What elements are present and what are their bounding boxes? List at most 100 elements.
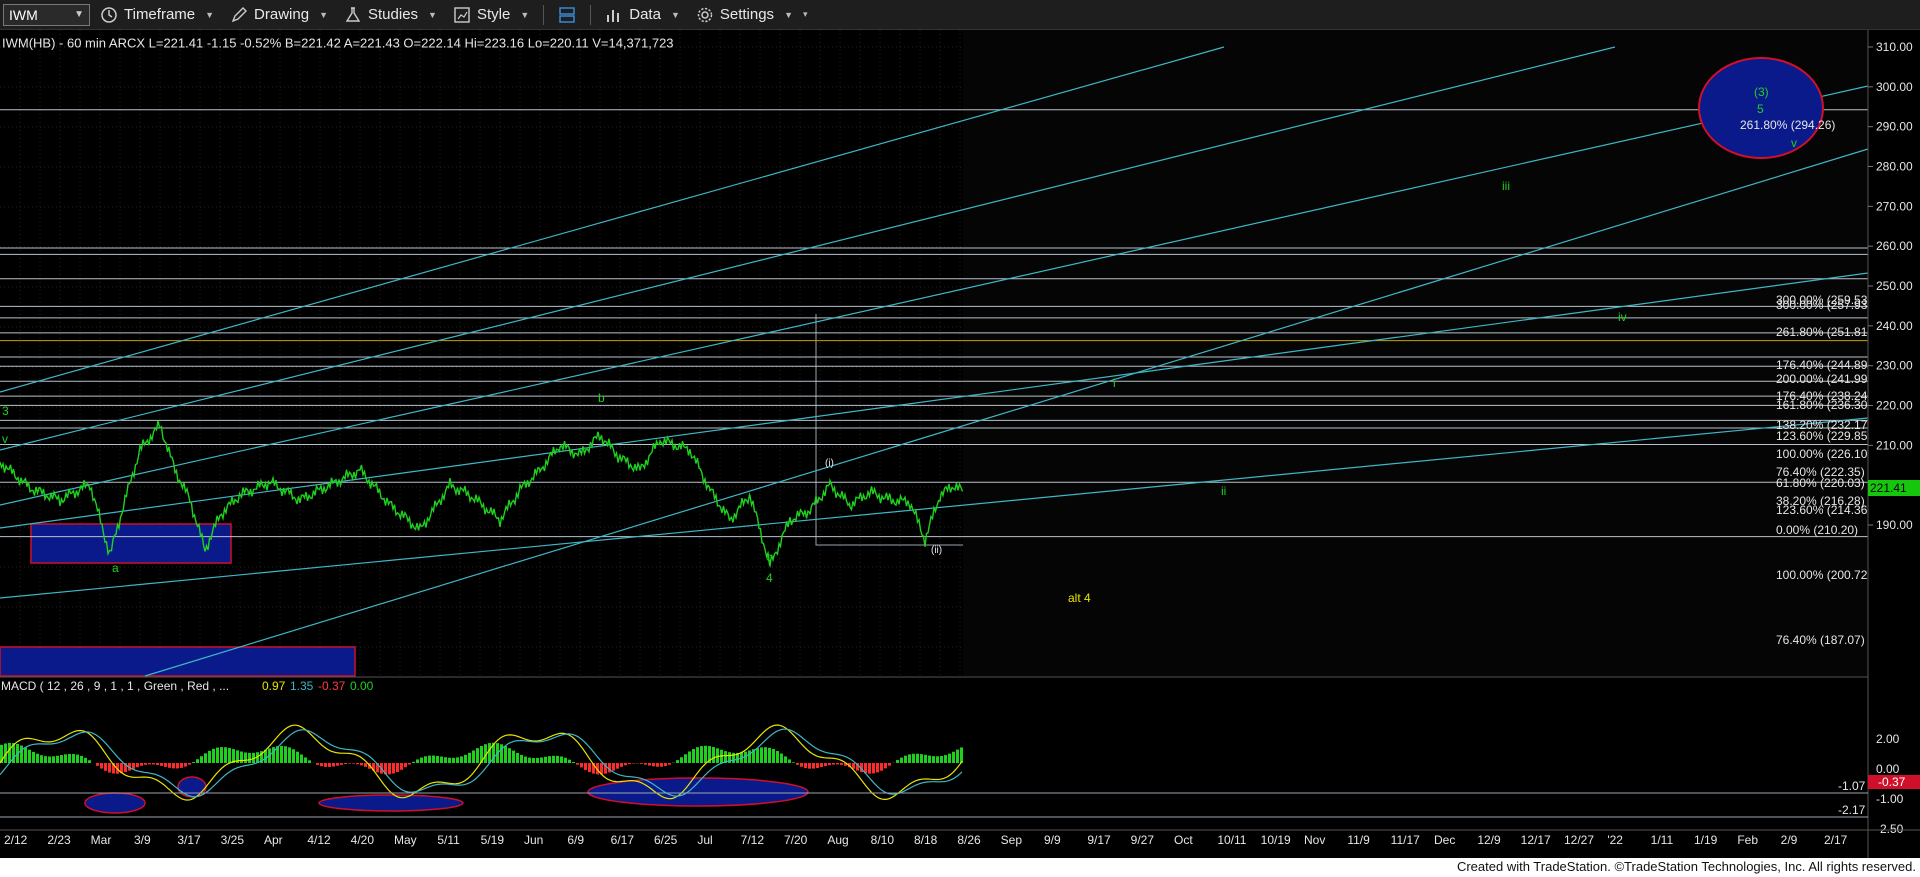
macd-bar bbox=[80, 755, 83, 763]
macd-bar bbox=[648, 763, 651, 766]
macd-bar bbox=[520, 754, 523, 763]
macd-bar bbox=[900, 757, 903, 763]
macd-bar bbox=[304, 757, 307, 763]
macd-bar bbox=[344, 763, 347, 765]
macd-bar bbox=[532, 758, 535, 763]
chart-area[interactable]: 300.00% (259.53) 300.00% (257.93) 261.80% … bbox=[0, 30, 1920, 858]
style-menu[interactable]: Style ▼ bbox=[447, 2, 535, 28]
settings-menu[interactable]: Settings ▼ ▾ bbox=[690, 2, 814, 28]
macd-bar bbox=[32, 751, 35, 763]
fib-label: 200.00% (241.99) bbox=[1776, 372, 1871, 386]
wave-label: ii bbox=[1221, 484, 1226, 498]
macd-bar bbox=[776, 751, 779, 763]
time-tick-label: 3/17 bbox=[177, 833, 201, 847]
clock-icon bbox=[101, 6, 117, 23]
macd-bar bbox=[832, 763, 835, 765]
data-menu[interactable]: Data ▼ bbox=[599, 2, 686, 28]
macd-bar bbox=[540, 757, 543, 763]
macd-bar bbox=[852, 763, 855, 769]
macd-bar bbox=[172, 763, 175, 769]
macd-bar bbox=[772, 749, 775, 763]
macd-ellipse bbox=[318, 794, 464, 812]
macd-bar bbox=[888, 763, 891, 766]
macd-bar bbox=[440, 756, 443, 763]
price-tick-label: 310.00 bbox=[1876, 40, 1913, 54]
layout-icon bbox=[559, 6, 575, 23]
macd-bar bbox=[180, 763, 183, 768]
data-label: Data bbox=[629, 6, 661, 23]
macd-ellipse bbox=[84, 792, 146, 814]
symbol-input[interactable]: IWM ▼ bbox=[3, 3, 90, 26]
macd-bar bbox=[792, 762, 795, 763]
macd-bar bbox=[588, 763, 591, 773]
macd-bar bbox=[104, 763, 107, 771]
macd-bar bbox=[300, 754, 303, 763]
macd-bar bbox=[244, 752, 247, 763]
time-tick-label: 10/11 bbox=[1217, 833, 1246, 847]
wave-label: 4 bbox=[766, 571, 773, 585]
macd-bar bbox=[576, 763, 579, 765]
macd-value-2: 1.35 bbox=[290, 679, 314, 693]
macd-bar bbox=[132, 763, 135, 769]
macd-bar bbox=[316, 763, 319, 765]
time-tick-label: Jun bbox=[524, 833, 543, 847]
macd-bar bbox=[944, 755, 947, 763]
macd-bar bbox=[340, 763, 343, 765]
macd-bar bbox=[216, 747, 219, 763]
time-tick-label: 9/27 bbox=[1131, 833, 1155, 847]
wave-label: 3 bbox=[2, 404, 9, 418]
studies-menu[interactable]: Studies ▼ bbox=[338, 2, 443, 28]
macd-bar bbox=[908, 754, 911, 763]
time-tick-label: 7/20 bbox=[784, 833, 808, 847]
macd-bar bbox=[352, 763, 355, 764]
price-chart[interactable]: 300.00% (259.53)300.00% (257.93)261.80% … bbox=[0, 30, 1920, 858]
chart-toolbar: IWM ▼ Timeframe ▼ Drawing ▼ Studies ▼ St… bbox=[0, 0, 1920, 30]
macd-bar bbox=[164, 763, 167, 767]
macd-bar bbox=[184, 763, 187, 767]
macd-bar bbox=[28, 749, 31, 763]
price-tick-label: 270.00 bbox=[1876, 199, 1913, 213]
macd-bar bbox=[876, 763, 879, 773]
macd-bar bbox=[48, 756, 51, 763]
fib-label: 261.80% (251.81) bbox=[1776, 325, 1871, 339]
time-tick-label: 12/9 bbox=[1477, 833, 1501, 847]
time-tick-label: Aug bbox=[827, 833, 848, 847]
flask-icon bbox=[345, 6, 361, 22]
time-tick-label: 7/12 bbox=[741, 833, 765, 847]
time-tick-label: 11/17 bbox=[1391, 833, 1420, 847]
caret-down-icon: ▼ bbox=[319, 9, 328, 20]
macd-bar bbox=[676, 760, 679, 763]
macd-bar bbox=[640, 763, 643, 764]
fib-label: 176.40% (244.89) bbox=[1776, 358, 1871, 372]
macd-bar bbox=[620, 763, 623, 767]
wave-label: iii bbox=[1502, 179, 1510, 193]
macd-bar bbox=[100, 763, 103, 769]
macd-bar bbox=[204, 753, 207, 763]
time-tick-label: 4/20 bbox=[351, 833, 375, 847]
drawing-label: Drawing bbox=[254, 6, 310, 23]
macd-bar bbox=[280, 745, 283, 763]
macd-bar bbox=[712, 747, 715, 763]
macd-bar bbox=[840, 763, 843, 765]
time-tick-label: 2/12 bbox=[4, 833, 28, 847]
macd-bar bbox=[152, 763, 155, 765]
macd-bar bbox=[960, 747, 963, 763]
macd-bar bbox=[212, 748, 215, 763]
macd-value-1: 0.97 bbox=[262, 679, 286, 693]
macd-line bbox=[0, 724, 963, 801]
layout-button[interactable] bbox=[552, 2, 582, 28]
macd-bar bbox=[688, 751, 691, 763]
macd-bar bbox=[196, 759, 199, 763]
macd-bar bbox=[560, 756, 563, 763]
drawing-menu[interactable]: Drawing ▼ bbox=[224, 2, 334, 28]
time-tick-label: 1/11 bbox=[1651, 833, 1674, 847]
macd-bar bbox=[664, 763, 667, 767]
macd-bar bbox=[912, 753, 915, 763]
macd-bar bbox=[816, 763, 819, 768]
macd-bar bbox=[768, 747, 771, 763]
timeframe-menu[interactable]: Timeframe ▼ bbox=[94, 2, 220, 28]
macd-bar bbox=[428, 755, 431, 763]
macd-tick-label: -1.00 bbox=[1876, 792, 1904, 806]
macd-bar bbox=[200, 756, 203, 763]
time-tick-label: 8/18 bbox=[914, 833, 938, 847]
